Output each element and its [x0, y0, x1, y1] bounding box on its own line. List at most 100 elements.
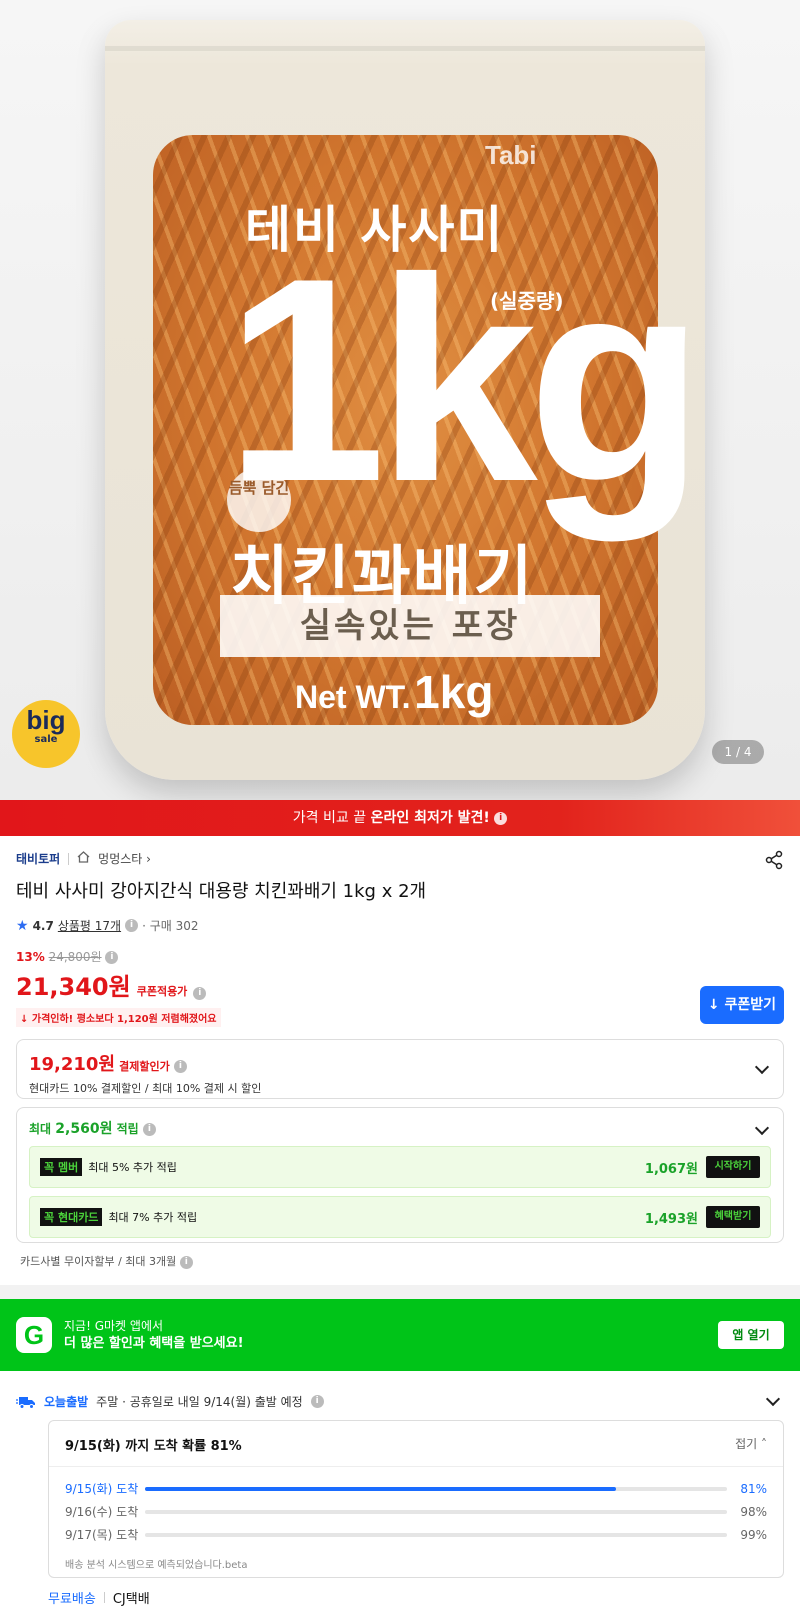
carrier-label: CJ택배 [112, 1592, 150, 1607]
estimate-day: 9/17(목) 도착 [65, 1528, 139, 1542]
reward-item-amount: 1,067원 [644, 1161, 698, 1177]
delivery-estimate-box: 9/15(화) 까지 도착 확률 81% 접기 ˄ 9/15(화) 도착 81%… [48, 1420, 784, 1578]
home-icon [77, 851, 90, 866]
reward-text: 최대 5% 추가 적립 [88, 1161, 177, 1174]
store-link[interactable]: 멍멍스타 › [98, 850, 151, 867]
reward-tag: 꼭 멤버 [40, 1158, 83, 1176]
estimate-day: 9/16(수) 도착 [65, 1505, 139, 1519]
bag-weight-big: 1kg [225, 218, 705, 542]
estimate-track [145, 1486, 727, 1491]
bag-net-weight: Net WT. 1kg [295, 665, 493, 719]
free-shipping-label[interactable]: 무료배송 [48, 1588, 96, 1607]
bag-brand-text: Tabi [485, 140, 537, 170]
reward-item: 꼭 멤버 최대 5% 추가 적립 1,067원 시작하기 [29, 1146, 771, 1188]
estimate-track [145, 1532, 727, 1537]
bag-zipper [105, 46, 705, 51]
image-pager: 1 / 4 [712, 740, 764, 764]
installment-info: 카드사별 무이자할부 / 최대 3개월 i [20, 1253, 780, 1269]
product-image[interactable]: Tabi 테비 사사미 1kg (실중량) 듬뿍 담긴 치킨꽈배기 실속있는 포… [0, 0, 800, 800]
divider [103, 1592, 105, 1603]
section-divider [0, 1285, 800, 1299]
app-promo-banner[interactable]: G 지금! G마켓 앱에서 더 많은 할인과 혜택을 받으세요! 앱 열기 [0, 1299, 800, 1371]
reward-amount: 2,560원 [55, 1121, 113, 1137]
info-icon[interactable]: i [179, 1255, 193, 1269]
shipping-header[interactable]: 오늘출발 주말 · 공휴일로 내일 9/14(월) 출발 예정 i [0, 1371, 800, 1410]
divider [68, 852, 70, 865]
app-promo-line2: 더 많은 할인과 혜택을 받으세요! [64, 1336, 244, 1351]
fold-button[interactable]: 접기 ˄ [735, 1435, 767, 1452]
product-title: 테비 사사미 강아지간식 대용량 치킨꽈배기 1kg x 2개 [16, 881, 427, 902]
estimate-pct: 81% [740, 1481, 767, 1496]
estimate-title: 9/15(화) 까지 도착 확률 81% [65, 1439, 242, 1454]
start-button[interactable]: 시작하기 [706, 1156, 760, 1178]
info-icon[interactable]: i [105, 951, 119, 964]
coupon-button[interactable]: ↓ 쿠폰받기 [700, 986, 784, 1024]
reviews-link[interactable]: 상품평 17개 [58, 917, 121, 934]
reward-head-b: 적립 [116, 1122, 139, 1136]
discount-row: 13% 24,800원 i [16, 948, 784, 965]
reward-header[interactable]: 최대 2,560원 적립 i [29, 1118, 771, 1138]
chevron-up-icon: ˄ [761, 1437, 767, 1451]
download-icon: ↓ [707, 997, 720, 1013]
reward-item-amount: 1,493원 [644, 1211, 698, 1227]
estimate-bars: 9/15(화) 도착 81% 9/16(수) 도착 98% 9/17(목) 도착… [65, 1477, 767, 1546]
chevron-down-icon[interactable] [765, 1391, 781, 1407]
star-icon: ★ [16, 917, 29, 934]
purchase-count: · 구매 302 [142, 919, 199, 933]
reward-text: 최대 7% 추가 적립 [108, 1211, 198, 1224]
bag-badge: 듬뿍 담긴 [227, 468, 291, 532]
price-drop-text: 가격인하! 평소보다 1,120원 저렴해졌어요 [31, 1014, 217, 1025]
share-icon[interactable] [764, 850, 784, 870]
open-app-button[interactable]: 앱 열기 [718, 1321, 784, 1349]
payment-price: 19,210원 [29, 1054, 116, 1075]
shipping-note: 주말 · 공휴일로 내일 9/14(월) 출발 예정 [96, 1395, 303, 1409]
estimate-fill [145, 1486, 617, 1491]
price-row: 21,340원 쿠폰적용가 i [16, 967, 784, 1002]
estimate-beta-note: 배송 분석 시스템으로 예측되었습니다.beta [65, 1560, 248, 1571]
product-bag-illustration: Tabi 테비 사사미 1kg (실중량) 듬뿍 담긴 치킨꽈배기 실속있는 포… [105, 20, 705, 780]
rating-row: ★ 4.7 상품평 17개 i · 구매 302 [16, 917, 784, 934]
price-drop-badge: ↓ 가격인하! 평소보다 1,120원 저렴해졌어요 [16, 1008, 221, 1027]
benefit-button[interactable]: 혜택받기 [706, 1206, 760, 1228]
big-sale-badge[interactable]: big sale [12, 700, 80, 768]
big-sale-bottom: sale [34, 734, 58, 745]
seller-link[interactable]: 태비토퍼 [16, 850, 60, 867]
estimate-track [145, 1509, 727, 1514]
payment-label: 결제할인가 [119, 1060, 170, 1073]
estimate-row: 9/16(수) 도착 98% [65, 1500, 767, 1523]
sale-price: 21,340원 [16, 973, 131, 1001]
divider [49, 1466, 783, 1467]
product-info: 태비토퍼 멍멍스타 › 테비 사사미 강아지간식 대용량 치킨꽈배기 1kg x… [0, 836, 800, 1027]
reward-item: 꼭 현대카드 최대 7% 추가 적립 1,493원 혜택받기 [29, 1196, 771, 1238]
estimate-row: 9/17(목) 도착 99% [65, 1523, 767, 1546]
truck-icon [16, 1395, 36, 1409]
store-name: 멍멍스타 [98, 852, 143, 866]
info-icon[interactable]: i [142, 1123, 156, 1136]
reward-box: 최대 2,560원 적립 i 꼭 멤버 최대 5% 추가 적립 1,067원 시… [16, 1107, 784, 1243]
price-compare-text: 가격 비교 끝 [292, 810, 367, 826]
payment-discount-box[interactable]: 19,210원 결제할인가 i 현대카드 10% 결제할인 / 최대 10% 결… [16, 1039, 784, 1099]
discount-percent: 13% [16, 950, 45, 964]
installment-text: 카드사별 무이자할부 / 최대 3개월 [20, 1255, 177, 1268]
rating-score: 4.7 [32, 918, 54, 933]
price-compare-banner[interactable]: 가격 비교 끝 온라인 최저가 발견! i [0, 800, 800, 836]
estimate-pct: 99% [740, 1527, 767, 1542]
today-shipping-label: 오늘출발 [44, 1395, 89, 1409]
reward-tag: 꼭 현대카드 [40, 1208, 103, 1226]
estimate-row: 9/15(화) 도착 81% [65, 1477, 767, 1500]
breadcrumb: 태비토퍼 멍멍스타 › [16, 836, 784, 867]
info-icon[interactable]: i [310, 1395, 324, 1408]
shipping-footer: 무료배송 CJ택배 [48, 1588, 784, 1607]
bag-net-label: Net WT. [295, 679, 411, 715]
bag-banner: 실속있는 포장 [220, 595, 600, 657]
info-icon[interactable]: i [125, 919, 139, 932]
payment-desc: 현대카드 10% 결제할인 / 최대 10% 결제 시 할인 [29, 1082, 262, 1095]
info-icon[interactable]: i [173, 1060, 187, 1073]
arrow-down-icon: ↓ [20, 1014, 29, 1025]
gmarket-logo-icon: G [16, 1317, 52, 1353]
info-icon[interactable]: i [193, 987, 207, 1000]
bag-net-value: 1kg [414, 666, 494, 718]
purchase-count-text: 구매 302 [149, 919, 199, 933]
info-icon[interactable]: i [494, 811, 508, 825]
bag-weight-note: (실중량) [490, 289, 564, 313]
